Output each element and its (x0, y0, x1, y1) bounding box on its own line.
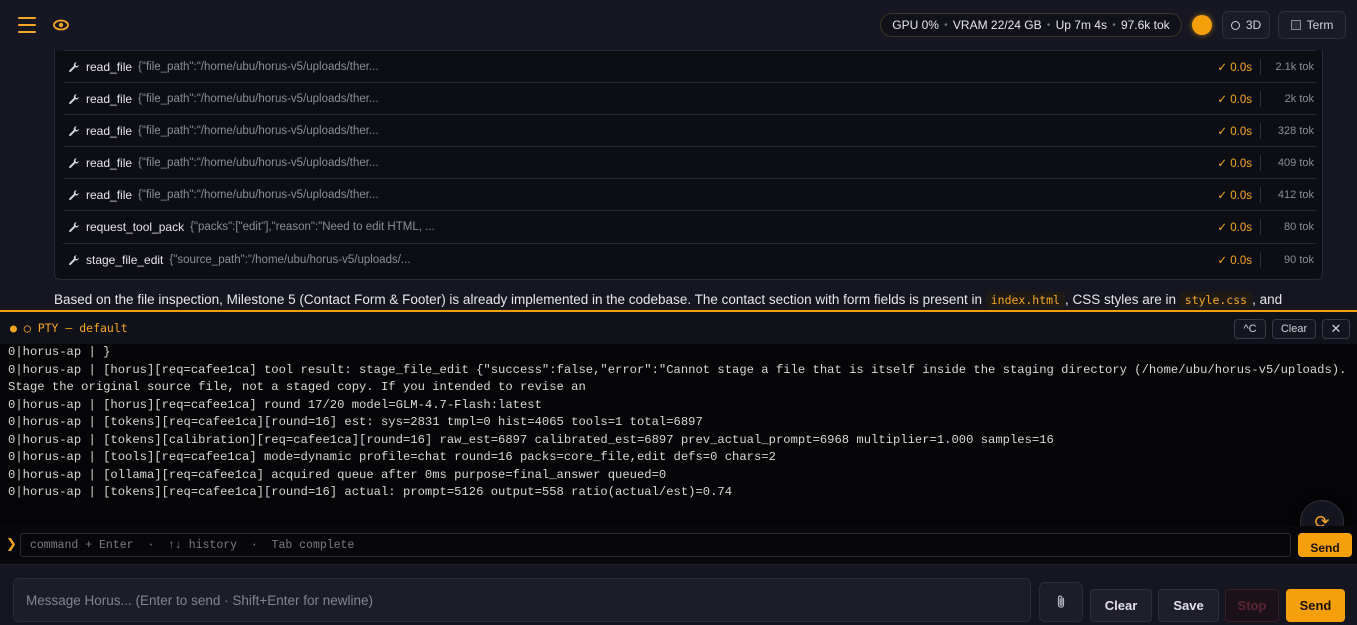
wrench-icon (69, 93, 79, 104)
wrench-icon (69, 61, 79, 72)
tool-args: {"packs":["edit"],"reason":"Need to edit… (190, 220, 435, 233)
tool-tokens: 2.1k tok (1260, 58, 1316, 75)
clear-button[interactable]: Clear (1090, 589, 1152, 622)
circle-icon (1230, 20, 1240, 30)
status-orb-icon[interactable] (1192, 15, 1212, 35)
tool-tokens: 80 tok (1260, 218, 1316, 235)
prompt-chevron-icon: ❯ (6, 536, 17, 551)
tool-tokens: 2k tok (1260, 90, 1316, 107)
assistant-message: Based on the file inspection, Milestone … (54, 290, 1344, 310)
tool-call-row[interactable]: read_file {"file_path":"/home/ubu/horus-… (63, 178, 1316, 210)
ctrl-c-button[interactable]: ^C (1234, 319, 1266, 339)
command-bar: ❯ Send (0, 526, 1357, 564)
gpu-usage: GPU 0% (892, 18, 939, 32)
terminal-line: 0|horus-ap | [tokens][req=cafee1ca][roun… (8, 485, 733, 499)
menu-icon[interactable] (18, 17, 36, 33)
tool-args: {"file_path":"/home/ubu/horus-v5/uploads… (138, 124, 379, 137)
inline-code: style.css (1179, 292, 1253, 308)
uptime: Up 7m 4s (1055, 18, 1107, 32)
tool-tokens: 90 tok (1260, 251, 1316, 268)
tool-status: ✓ 0.0s (1217, 189, 1252, 202)
tool-call-row[interactable]: read_file {"file_path":"/home/ubu/horus-… (63, 114, 1316, 146)
terminal-line: 0|horus-ap | [horus][req=cafee1ca] tool … (8, 362, 1354, 395)
terminal-line: 0|horus-ap | } (8, 345, 111, 359)
wrench-icon (69, 125, 79, 136)
tool-status: ✓ 0.0s (1217, 93, 1252, 106)
tool-args: {"file_path":"/home/ubu/horus-v5/uploads… (138, 188, 379, 201)
tool-status: ✓ 0.0s (1217, 221, 1252, 234)
command-send-button[interactable]: Send (1298, 533, 1352, 557)
tool-name: read_file (86, 59, 133, 74)
token-count: 97.6k tok (1120, 18, 1170, 32)
tool-status: ✓ 0.0s (1217, 125, 1252, 138)
terminal-title: ● ◯ PTY — default (10, 321, 128, 335)
message-input[interactable] (13, 578, 1031, 622)
paperclip-icon[interactable] (1039, 582, 1083, 622)
save-button[interactable]: Save (1158, 589, 1219, 622)
wrench-icon (69, 189, 79, 200)
terminal-clear-button[interactable]: Clear (1272, 319, 1316, 339)
tool-status: ✓ 0.0s (1217, 61, 1252, 74)
inline-code: index.html (985, 292, 1065, 308)
terminal-output: 0|horus-ap | } 0|horus-ap | [horus][req=… (0, 344, 1357, 526)
command-input[interactable] (20, 533, 1291, 557)
tool-call-row[interactable]: read_file {"file_path":"/home/ubu/horus-… (63, 146, 1316, 178)
tool-args: {"file_path":"/home/ubu/horus-v5/uploads… (138, 60, 379, 73)
tool-status: ✓ 0.0s (1217, 254, 1252, 267)
tool-name: read_file (86, 91, 133, 106)
assistant-text-part: , and (1252, 292, 1283, 307)
tool-status: ✓ 0.0s (1217, 157, 1252, 170)
tool-name: request_tool_pack (86, 219, 185, 234)
tool-tokens: 412 tok (1260, 186, 1316, 203)
chat-area: read_file {"file_path":"/home/ubu/horus-… (0, 50, 1357, 310)
terminal-line: 0|horus-ap | [ollama][req=cafee1ca] acqu… (8, 467, 667, 482)
assistant-text-part: , CSS styles are in (1064, 292, 1180, 307)
tool-call-row[interactable]: read_file {"file_path":"/home/ubu/horus-… (63, 82, 1316, 114)
tool-name: read_file (86, 187, 133, 202)
terminal-line: 0|horus-ap | [tokens][calibration][req=c… (8, 432, 1054, 447)
tool-call-row[interactable]: request_tool_pack {"packs":["edit"],"rea… (63, 210, 1316, 242)
3d-button[interactable]: 3D (1222, 11, 1270, 39)
tool-call-row[interactable]: stage_file_edit {"source_path":"/home/ub… (63, 243, 1316, 275)
tool-name: read_file (86, 155, 133, 170)
terminal-line: 0|horus-ap | [horus][req=cafee1ca] round… (8, 397, 542, 412)
eye-icon[interactable] (52, 16, 70, 34)
send-button[interactable]: Send (1286, 589, 1345, 622)
assistant-text-part: Based on the file inspection, Milestone … (54, 292, 986, 307)
terminal-icon (1290, 20, 1301, 30)
term-button[interactable]: Term (1278, 11, 1346, 39)
tool-tokens: 328 tok (1260, 122, 1316, 139)
tool-args: {"source_path":"/home/ubu/horus-v5/uploa… (169, 253, 411, 266)
top-bar: GPU 0% • VRAM 22/24 GB • Up 7m 4s • 97.6… (0, 0, 1357, 50)
stop-button[interactable]: Stop (1225, 589, 1279, 622)
tool-args: {"file_path":"/home/ubu/horus-v5/uploads… (138, 156, 379, 169)
vram-usage: VRAM 22/24 GB (952, 18, 1042, 32)
system-status-pill: GPU 0% • VRAM 22/24 GB • Up 7m 4s • 97.6… (880, 13, 1182, 37)
terminal-line: 0|horus-ap | [tools][req=cafee1ca] mode=… (8, 450, 776, 464)
terminal-line: 0|horus-ap | [tokens][req=cafee1ca][roun… (8, 415, 703, 429)
tool-args: {"file_path":"/home/ubu/horus-v5/uploads… (138, 92, 379, 105)
wrench-icon (69, 221, 79, 232)
close-icon[interactable]: ✕ (1322, 319, 1350, 339)
tool-name: read_file (86, 123, 133, 138)
tool-call-row[interactable]: read_file {"file_path":"/home/ubu/horus-… (63, 50, 1316, 82)
wrench-icon (69, 157, 79, 168)
tool-tokens: 409 tok (1260, 154, 1316, 171)
tool-calls-panel: read_file {"file_path":"/home/ubu/horus-… (54, 50, 1323, 280)
term-button-label: Term (1306, 18, 1334, 32)
terminal-header: ● ◯ PTY — default ^C Clear ✕ (0, 312, 1357, 344)
composer: Clear Save Stop Send (0, 564, 1357, 625)
3d-button-label: 3D (1245, 18, 1262, 32)
tool-name: stage_file_edit (86, 252, 164, 267)
wrench-icon (69, 254, 79, 265)
